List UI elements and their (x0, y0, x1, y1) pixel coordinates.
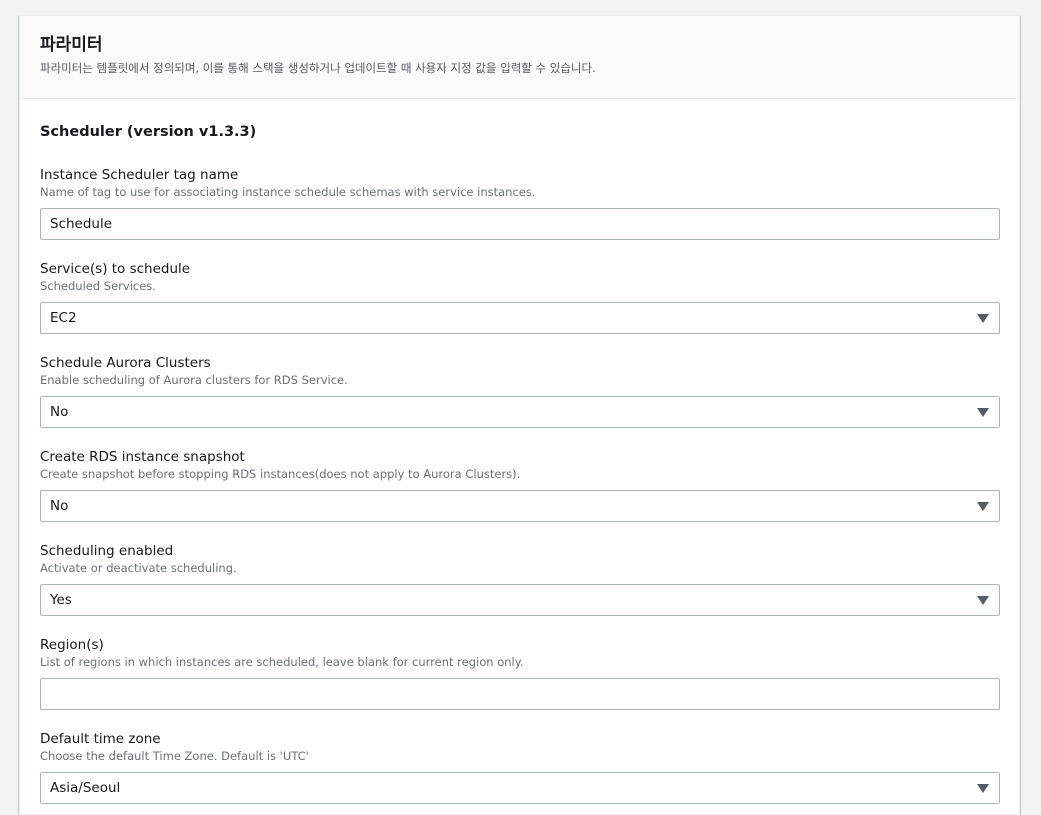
time-zone-select[interactable]: Asia/Seoul (40, 772, 1000, 804)
field-label: Default time zone (40, 731, 161, 747)
panel-header: 파라미터 파라미터는 템플릿에서 정의되며, 이를 통해 스택을 생성하거나 업… (20, 16, 1019, 99)
tag-name-input[interactable]: Schedule (40, 208, 1000, 240)
field-label: Schedule Aurora Clusters (40, 355, 211, 371)
select-value: No (50, 498, 69, 514)
field-description: Name of tag to use for associating insta… (40, 185, 536, 199)
field-tag-name: Instance Scheduler tag name Name of tag … (40, 166, 1000, 240)
page-title: 파라미터 (40, 35, 103, 55)
field-aurora: Schedule Aurora Clusters Enable scheduli… (40, 354, 1000, 428)
caret-down-icon (977, 596, 989, 605)
field-label: Scheduling enabled (40, 543, 174, 559)
select-value: Yes (50, 592, 72, 608)
caret-down-icon (977, 408, 989, 417)
aurora-select[interactable]: No (40, 396, 1000, 428)
field-time-zone: Default time zone Choose the default Tim… (40, 730, 1000, 804)
parameters-panel: 파라미터 파라미터는 템플릿에서 정의되며, 이를 통해 스택을 생성하거나 업… (19, 15, 1020, 815)
field-description: Create snapshot before stopping RDS inst… (40, 467, 521, 481)
scheduling-enabled-select[interactable]: Yes (40, 584, 1000, 616)
regions-input[interactable] (40, 678, 1000, 710)
rds-snapshot-select[interactable]: No (40, 490, 1000, 522)
field-label: Create RDS instance snapshot (40, 449, 245, 465)
services-select[interactable]: EC2 (40, 302, 1000, 334)
field-description: Enable scheduling of Aurora clusters for… (40, 373, 348, 387)
panel-body: Scheduler (version v1.3.3) (20, 99, 1019, 142)
caret-down-icon (977, 784, 989, 793)
field-scheduling-enabled: Scheduling enabled Activate or deactivat… (40, 542, 1000, 616)
select-value: EC2 (50, 310, 77, 326)
field-regions: Region(s) List of regions in which insta… (40, 636, 1000, 710)
field-description: Choose the default Time Zone. Default is… (40, 749, 309, 763)
field-label: Region(s) (40, 637, 104, 653)
select-value: No (50, 404, 69, 420)
field-services: Service(s) to schedule Scheduled Service… (40, 260, 1000, 334)
field-description: List of regions in which instances are s… (40, 655, 524, 669)
select-value: Asia/Seoul (50, 780, 121, 796)
field-label: Instance Scheduler tag name (40, 167, 239, 183)
field-rds-snapshot: Create RDS instance snapshot Create snap… (40, 448, 1000, 522)
field-description: Activate or deactivate scheduling. (40, 561, 237, 575)
field-label: Service(s) to schedule (40, 261, 191, 277)
caret-down-icon (977, 314, 989, 323)
caret-down-icon (977, 502, 989, 511)
page-description: 파라미터는 템플릿에서 정의되며, 이를 통해 스택을 생성하거나 업데이트할 … (40, 61, 596, 75)
section-title: Scheduler (version v1.3.3) (40, 124, 257, 140)
field-description: Scheduled Services. (40, 279, 156, 293)
